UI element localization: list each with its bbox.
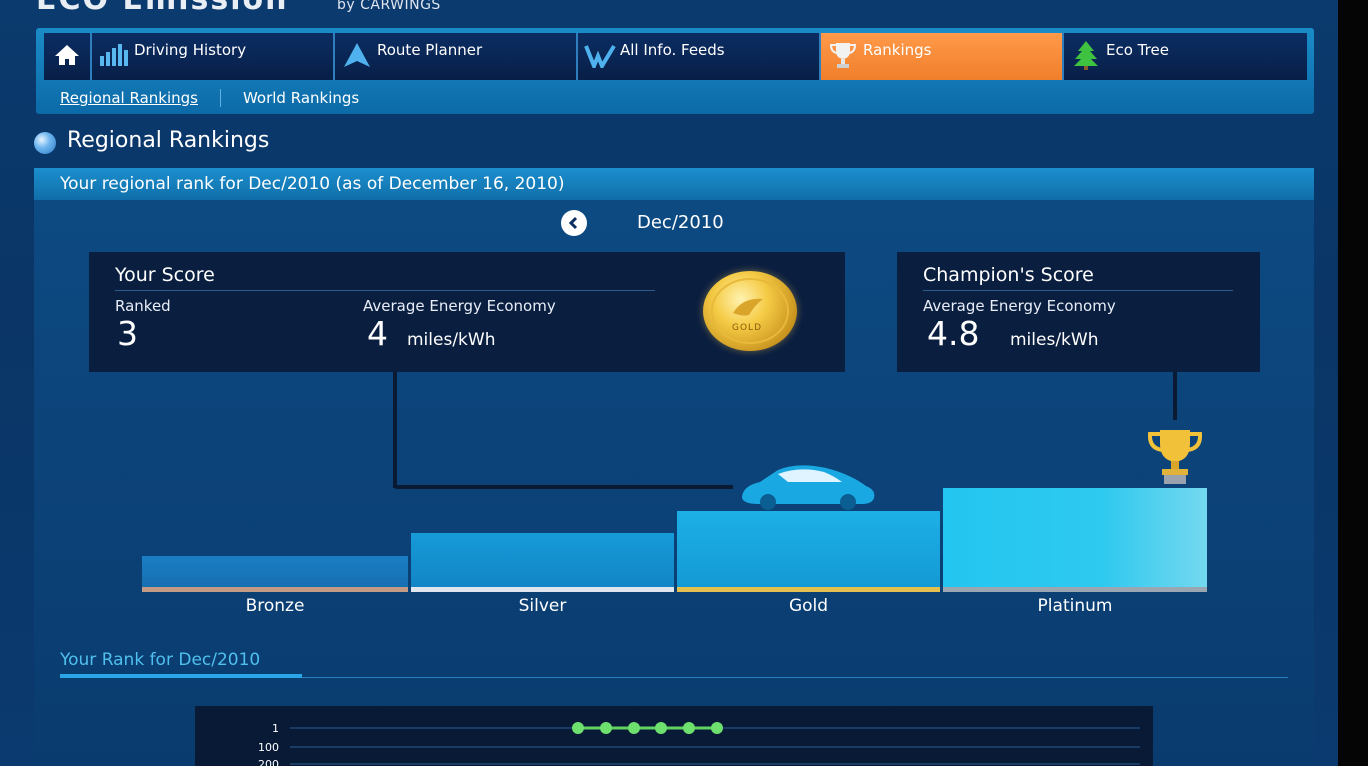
rank-point xyxy=(683,722,695,734)
tab-label-eco-tree: Eco Tree xyxy=(1106,41,1169,59)
rank-header-text: Your regional rank for Dec/2010 (as of D… xyxy=(60,174,565,194)
your-score-title: Your Score xyxy=(115,264,215,286)
previous-month-button[interactable] xyxy=(561,210,587,236)
home-button[interactable] xyxy=(44,33,92,80)
window-edge xyxy=(1338,0,1368,766)
subtab-regional-rankings[interactable]: Regional Rankings xyxy=(60,89,221,107)
champion-score-title: Champion's Score xyxy=(923,264,1094,286)
nav-tab-bar: Driving History Route Planner All Info. … xyxy=(44,33,1307,80)
podium-base-platinum xyxy=(943,587,1207,592)
feeds-icon xyxy=(584,40,616,70)
sub-navigation: Regional Rankings World Rankings xyxy=(60,89,359,107)
podium-bronze xyxy=(142,556,408,589)
podium-base-gold xyxy=(677,587,940,592)
podium-label-bronze: Bronze xyxy=(245,596,305,616)
your-score-connector xyxy=(393,372,397,488)
champion-economy-label: Average Energy Economy xyxy=(923,297,1116,315)
tab-eco-tree[interactable]: Eco Tree xyxy=(1064,33,1307,80)
rank-chart-tab[interactable]: Your Rank for Dec/2010 xyxy=(60,650,260,670)
bar-chart-icon xyxy=(98,40,130,70)
brand-subtitle: by CARWINGS xyxy=(337,0,441,13)
your-economy-label: Average Energy Economy xyxy=(363,297,556,315)
podium-silver xyxy=(411,533,674,589)
car-icon xyxy=(738,462,878,516)
champion-economy-value: 4.8 xyxy=(927,314,980,353)
tab-label-rankings: Rankings xyxy=(863,41,932,59)
home-icon xyxy=(55,45,79,65)
rank-chart-svg: 1 100 200 xyxy=(258,722,1140,766)
ranked-label: Ranked xyxy=(115,297,171,315)
tab-route-planner[interactable]: Route Planner xyxy=(335,33,578,80)
podium-label-platinum: Platinum xyxy=(1037,596,1113,616)
tab-label-route-planner: Route Planner xyxy=(377,41,483,59)
tab-label-all-info-feeds: All Info. Feeds xyxy=(620,41,725,59)
tab-rankings[interactable]: Rankings xyxy=(821,33,1064,80)
champion-score-card: Champion's Score Average Energy Economy … xyxy=(897,252,1260,372)
tree-icon xyxy=(1070,40,1102,70)
tab-label-driving-history: Driving History xyxy=(134,41,247,59)
month-label: Dec/2010 xyxy=(637,212,724,233)
gold-medal-icon: GOLD xyxy=(703,271,797,351)
app-window: ECO Emission by CARWINGS D xyxy=(0,0,1338,766)
medal-text: GOLD xyxy=(732,323,763,333)
tab-all-info-feeds[interactable]: All Info. Feeds xyxy=(578,33,821,80)
podium-gold xyxy=(677,511,940,589)
rank-point xyxy=(628,722,640,734)
rank-chart-tab-indicator xyxy=(60,674,302,678)
podium-label-gold: Gold xyxy=(788,596,829,616)
rank-point xyxy=(655,722,667,734)
page-title: Regional Rankings xyxy=(67,128,270,153)
rank-point xyxy=(600,722,612,734)
your-score-connector xyxy=(393,485,733,489)
rank-chart: 1 100 200 xyxy=(195,706,1153,766)
champion-connector xyxy=(1173,372,1177,420)
y-tick-label: 200 xyxy=(258,758,279,766)
podium-base-bronze xyxy=(142,587,408,592)
trophy-icon xyxy=(827,40,859,70)
section-bullet-icon xyxy=(34,132,56,154)
podium-platinum xyxy=(943,488,1207,589)
champion-economy-unit: miles/kWh xyxy=(1010,330,1099,350)
rank-point xyxy=(711,722,723,734)
subtab-world-rankings[interactable]: World Rankings xyxy=(221,89,359,107)
y-tick-label: 100 xyxy=(258,741,279,754)
podium-label-silver: Silver xyxy=(518,596,567,616)
rank-point xyxy=(572,722,584,734)
your-economy-unit: miles/kWh xyxy=(407,330,496,350)
divider xyxy=(923,290,1233,291)
main-navigation: Driving History Route Planner All Info. … xyxy=(36,28,1314,114)
ranked-value: 3 xyxy=(117,314,138,353)
trophy-icon xyxy=(1144,428,1206,490)
tab-driving-history[interactable]: Driving History xyxy=(92,33,335,80)
podium-base-silver xyxy=(411,587,674,592)
y-tick-label: 1 xyxy=(272,722,279,735)
your-economy-value: 4 xyxy=(367,314,388,353)
brand-logo: ECO Emission xyxy=(36,0,288,17)
rank-header-bar: Your regional rank for Dec/2010 (as of D… xyxy=(34,168,1314,200)
arrow-up-icon xyxy=(341,40,373,70)
chevron-left-icon xyxy=(568,216,578,230)
divider xyxy=(115,290,655,291)
